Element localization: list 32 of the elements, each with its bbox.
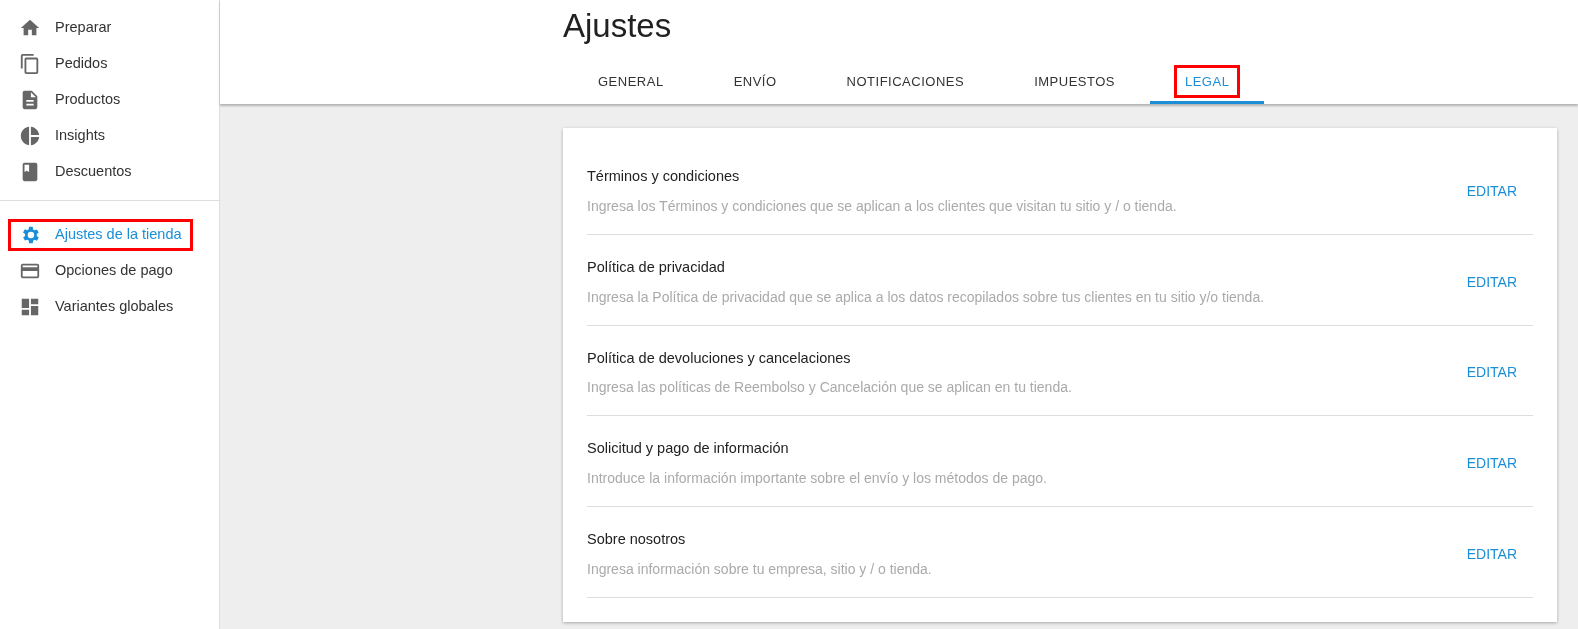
sidebar-item[interactable]: Opciones de pago bbox=[8, 255, 184, 287]
edit-button[interactable]: EDITAR bbox=[1450, 267, 1533, 297]
sidebar-item[interactable]: Pedidos bbox=[8, 48, 119, 80]
tab[interactable]: ENVÍO bbox=[698, 62, 812, 104]
section-title: Política de devoluciones y cancelaciones bbox=[587, 348, 852, 368]
sidebar-item[interactable]: Preparar bbox=[8, 12, 123, 44]
page-title: Ajustes bbox=[563, 6, 673, 46]
tab[interactable]: LEGAL bbox=[1149, 62, 1265, 104]
tab[interactable]: GENERAL bbox=[563, 62, 699, 104]
section-description: Introduce la información importante sobre el envío y los métodos de pago. bbox=[587, 469, 1047, 488]
sidebar-item[interactable]: Insights bbox=[8, 120, 116, 152]
section-title: Términos y condiciones bbox=[587, 167, 741, 186]
edit-button[interactable]: EDITAR bbox=[1450, 539, 1533, 569]
edit-button[interactable]: EDITAR bbox=[1450, 358, 1533, 388]
copy-icon bbox=[19, 53, 41, 75]
section-title: Política de privacidad bbox=[587, 257, 726, 277]
section-description: Ingresa las políticas de Reembolso y Cancelación que se aplican en tu tienda. bbox=[587, 378, 1072, 398]
sidebar-item[interactable]: Descuentos bbox=[8, 156, 143, 188]
sidebar-item[interactable]: Ajustes de la tienda bbox=[8, 219, 193, 251]
edit-button[interactable]: EDITAR bbox=[1450, 449, 1533, 479]
section-description: Ingresa los Términos y condiciones que se aplican a los clientes que visitan tu sitio y / o tienda. bbox=[587, 196, 1177, 216]
sidebar-item[interactable]: Productos bbox=[8, 84, 132, 116]
tab[interactable]: NOTIFICACIONES bbox=[811, 62, 1000, 104]
edit-button[interactable]: EDITAR bbox=[1450, 176, 1533, 206]
section-description: Ingresa información sobre tu empresa, sitio y / o tienda. bbox=[587, 559, 932, 579]
section-title: Sobre nosotros bbox=[587, 530, 687, 549]
pie-chart-icon bbox=[19, 125, 41, 147]
tab[interactable]: IMPUESTOS bbox=[999, 62, 1150, 104]
section-description: Ingresa la Política de privacidad que se aplica a los datos recopilados sobre tus clientes en tu sitio y/o tienda. bbox=[587, 287, 1265, 307]
dashboard-icon bbox=[19, 296, 41, 318]
section-title: Solicitud y pago de información bbox=[587, 439, 790, 459]
sidebar-item[interactable]: Variantes globales bbox=[8, 291, 185, 323]
